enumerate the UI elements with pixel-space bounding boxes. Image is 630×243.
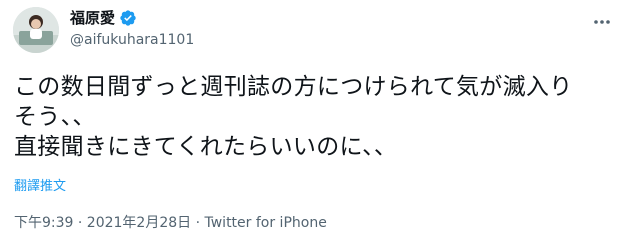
translate-tweet-link[interactable]: 翻譯推文 [14,178,66,196]
more-options-button[interactable] [590,10,614,34]
tweet-text: この数日間ずっと週刊誌の方につけられて気が滅入り そう、、 直接聞きにきてくれた… [14,74,573,160]
user-handle[interactable]: @aifukuhara1101 [70,30,194,50]
avatar[interactable] [13,7,59,53]
tweet-timestamp[interactable]: 下午9:39 · 2021年2月28日 · Twitter for iPhone [14,213,327,233]
more-options-icon [594,20,610,24]
display-name-row[interactable]: 福原愛 [70,8,137,28]
display-name[interactable]: 福原愛 [70,8,115,28]
verified-badge-icon [120,10,136,26]
